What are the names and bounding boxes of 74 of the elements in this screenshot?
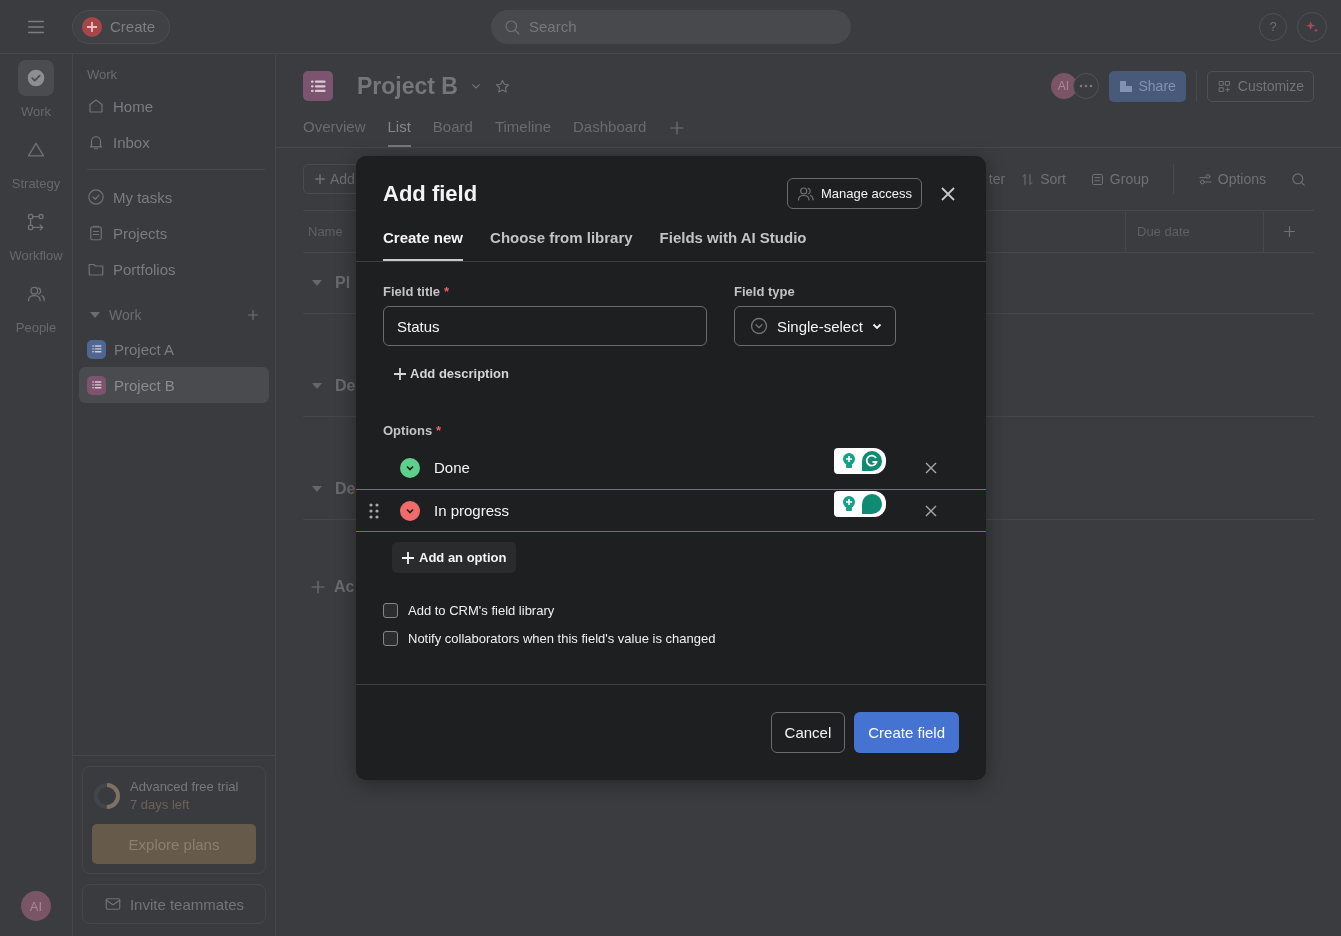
plus-icon: [394, 367, 406, 380]
project-title: Project B: [357, 72, 458, 100]
checkbox[interactable]: [383, 603, 398, 618]
people-icon: [796, 184, 815, 203]
writing-assistant-badge[interactable]: [834, 447, 886, 474]
sidebar-item[interactable]: Inbox: [79, 124, 269, 160]
list-icon: [87, 339, 106, 359]
project-item[interactable]: Project B: [79, 367, 269, 403]
invite-button[interactable]: Invite teammates: [82, 884, 266, 924]
grid-icon: [1216, 78, 1232, 94]
check-circle-icon: [26, 68, 46, 88]
cancel-button[interactable]: Cancel: [770, 712, 846, 753]
progress-ring-icon: [92, 780, 122, 811]
share-button[interactable]: Share: [1108, 70, 1186, 102]
plus-icon: [314, 173, 326, 185]
field-label: Options: [383, 423, 433, 438]
check-circle-icon: [87, 188, 105, 206]
option-row[interactable]: Done: [356, 446, 986, 489]
create-field-button[interactable]: Create field: [854, 712, 959, 753]
checkbox-label: Notify collaborators when this field's value is changed: [408, 631, 716, 646]
trial-title: Advanced free trial: [130, 779, 239, 794]
star-icon: [494, 77, 511, 95]
list-box-icon: [1089, 171, 1105, 187]
search-icon: [1290, 170, 1307, 188]
sidebar-item[interactable]: Projects: [79, 215, 269, 251]
customize-button[interactable]: Customize: [1206, 70, 1314, 102]
color-dot[interactable]: [400, 457, 420, 478]
dialog-tab[interactable]: Choose from library: [490, 229, 633, 261]
clipboard-icon: [87, 224, 105, 242]
search-icon: [503, 17, 521, 36]
close-icon[interactable]: [940, 185, 956, 202]
plus-icon: [309, 578, 327, 596]
project-item[interactable]: Project A: [79, 331, 269, 367]
add-description-button[interactable]: Add description: [392, 362, 511, 385]
plus-icon: [402, 551, 414, 564]
sidebar-item[interactable]: Portfolios: [79, 251, 269, 287]
mail-icon: [103, 895, 122, 913]
checkbox-label: Add to CRM's field library: [408, 603, 555, 618]
chat-bubble-icon: [861, 492, 883, 515]
building-icon: [1118, 79, 1133, 93]
chat-bubble-icon: [861, 449, 883, 472]
project-icon: [303, 71, 333, 101]
people-icon: [26, 284, 46, 304]
drag-handle-icon[interactable]: [369, 502, 379, 519]
plus-icon: [245, 307, 261, 323]
dialog-tab[interactable]: Create new: [383, 229, 464, 261]
color-dot[interactable]: [400, 500, 420, 521]
list-icon: [87, 375, 106, 395]
dialog-tab[interactable]: Fields with AI Studio: [659, 229, 807, 261]
workflow-icon: [26, 212, 46, 232]
view-tab[interactable]: List: [387, 117, 411, 147]
required-mark: *: [436, 423, 442, 438]
manage-access-button[interactable]: Manage access: [786, 178, 922, 209]
required-mark: *: [444, 284, 450, 299]
triangle-icon: [26, 140, 46, 160]
add-option-button[interactable]: Add an option: [392, 542, 517, 573]
option-text: In progress: [434, 502, 511, 519]
dialog-title: Add field: [383, 180, 479, 207]
plus-icon: [82, 16, 102, 37]
field-type-dropdown[interactable]: Single-select: [734, 306, 896, 346]
field-label: Field title: [383, 284, 441, 299]
sliders-icon: [1197, 171, 1213, 187]
home-icon: [87, 97, 105, 115]
checkbox[interactable]: [383, 631, 398, 646]
option-text: Done: [434, 459, 471, 476]
bell-icon: [87, 133, 105, 151]
chevron-circle-icon: [749, 316, 769, 336]
field-title-input[interactable]: Status: [383, 306, 707, 346]
sidebar-item[interactable]: My tasks: [79, 179, 269, 215]
writing-assistant-badge[interactable]: [834, 490, 886, 517]
option-row[interactable]: In progress: [356, 489, 986, 532]
field-label: Field type: [734, 284, 795, 299]
create-button[interactable]: Create: [72, 9, 171, 44]
sidebar-item[interactable]: Home: [79, 88, 269, 124]
